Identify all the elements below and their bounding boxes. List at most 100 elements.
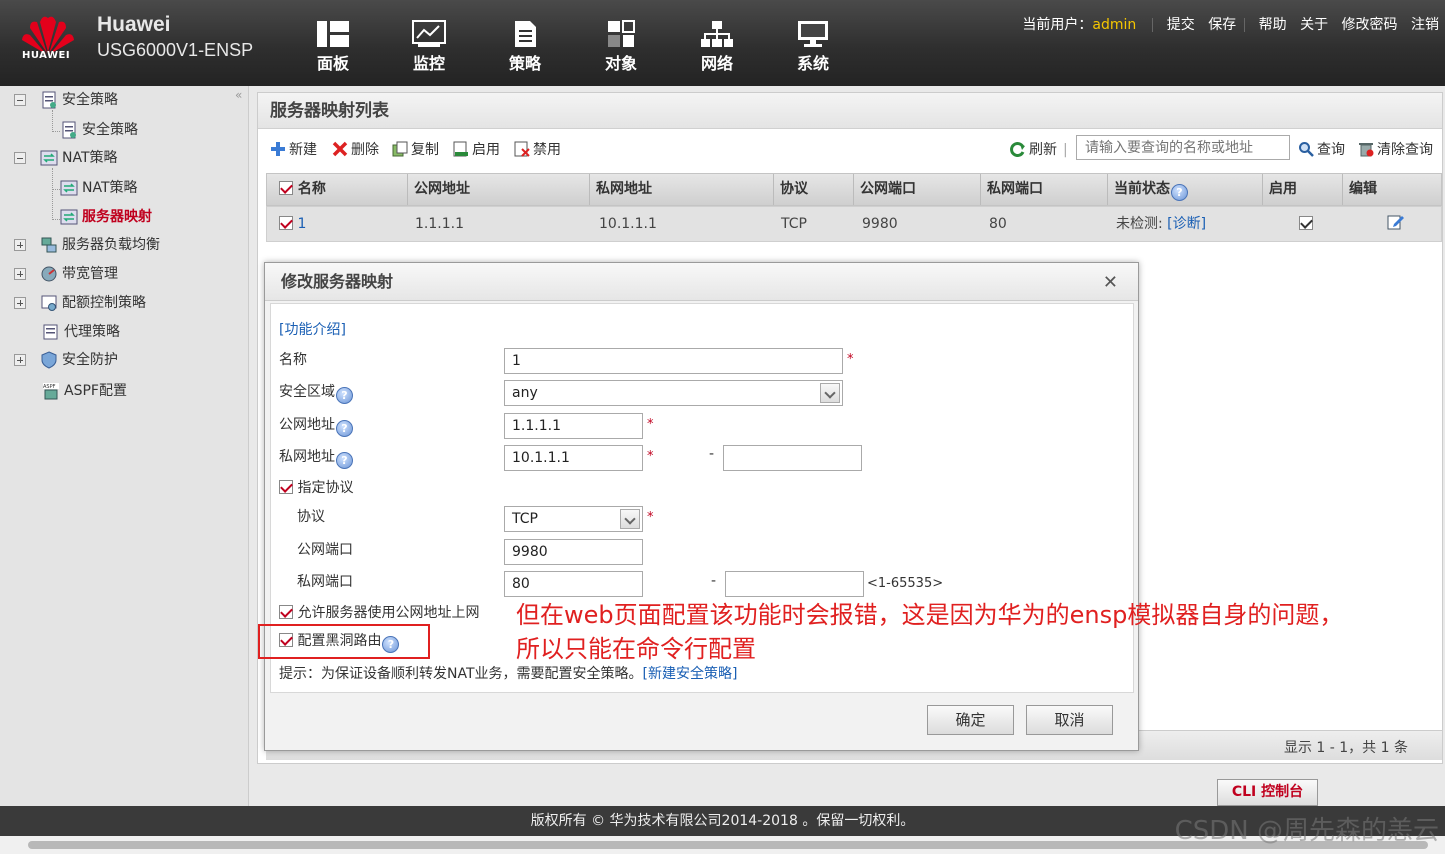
cell-edit <box>1381 207 1405 241</box>
expand-icon[interactable] <box>14 297 26 309</box>
column-protocol[interactable]: 协议 <box>773 174 853 205</box>
security-zone-select[interactable]: any <box>504 380 843 406</box>
policy-icon <box>42 91 56 109</box>
sidebar-item-server-mapping[interactable]: 服务器映射 <box>60 206 152 228</box>
ok-button[interactable]: 确定 <box>927 705 1014 735</box>
help-icon[interactable]: ? <box>336 452 353 469</box>
nav-system[interactable]: 系统 <box>778 20 848 78</box>
name-input[interactable]: 1 <box>504 348 843 374</box>
sidebar-item-nat-policy[interactable]: NAT策略 <box>60 177 138 199</box>
row-checkbox[interactable] <box>279 216 293 230</box>
column-private-port[interactable]: 私网端口 <box>980 174 1107 205</box>
help-link[interactable]: 帮助 <box>1259 17 1287 33</box>
new-security-policy-link[interactable]: [新建安全策略] <box>643 666 738 682</box>
select-all-column[interactable]: 名称 <box>267 174 407 205</box>
column-edit[interactable]: 编辑 <box>1342 174 1442 205</box>
public-ip-input[interactable]: 1.1.1.1 <box>504 413 643 439</box>
select-all-checkbox[interactable] <box>279 181 293 195</box>
diagnose-link[interactable]: [诊断] <box>1167 216 1206 232</box>
allow-internet-checkbox[interactable] <box>279 605 293 619</box>
sidebar-item-nat-policy-group[interactable]: NAT策略 <box>14 147 118 169</box>
column-enabled[interactable]: 启用 <box>1262 174 1342 205</box>
expand-icon[interactable] <box>14 354 26 366</box>
clear-query-button[interactable]: 清除查询 <box>1358 139 1433 159</box>
annotation-text: 但在web页面配置该功能时会报错，这是因为华为的ensp模拟器自身的问题， 所以… <box>516 598 1343 666</box>
enable-button[interactable]: 启用 <box>453 139 500 159</box>
nav-policy[interactable]: 策略 <box>490 20 560 78</box>
column-public-ip[interactable]: 公网地址 <box>407 174 589 205</box>
disable-button[interactable]: 禁用 <box>514 139 561 159</box>
row-name-link[interactable]: 1 <box>297 216 306 232</box>
cell-protocol: TCP <box>781 216 807 232</box>
nav-object[interactable]: 对象 <box>586 20 656 78</box>
delete-button[interactable]: 删除 <box>332 139 379 159</box>
save-link[interactable]: 保存 <box>1208 17 1236 33</box>
enabled-checkbox[interactable] <box>1299 216 1313 230</box>
collapse-sidebar-icon[interactable]: « <box>235 88 242 102</box>
monitor-chart-icon <box>412 20 446 47</box>
chevron-down-icon[interactable] <box>620 509 640 529</box>
trash-icon <box>1359 143 1374 157</box>
sidebar-item-security-policy-group[interactable]: 安全策略 <box>14 89 118 111</box>
protocol-select[interactable]: TCP <box>504 506 643 532</box>
expand-icon[interactable] <box>14 239 26 251</box>
shield-icon <box>41 351 57 369</box>
specify-protocol-checkbox[interactable] <box>279 480 293 494</box>
logout-link[interactable]: 注销 <box>1411 17 1439 33</box>
row-checkbox-cell[interactable]: 1 <box>273 207 306 241</box>
search-input[interactable] <box>1076 135 1290 160</box>
top-right-menu: 当前用户：admin 提交 保存 帮助 关于 修改密码 注销 <box>1022 14 1439 34</box>
cli-console-button[interactable]: CLI 控制台 <box>1217 779 1318 806</box>
about-link[interactable]: 关于 <box>1300 17 1328 33</box>
change-password-link[interactable]: 修改密码 <box>1342 17 1398 33</box>
sidebar-item-quota-control-policy[interactable]: 配额控制策略 <box>14 292 146 314</box>
commit-link[interactable]: 提交 <box>1167 17 1195 33</box>
cancel-button[interactable]: 取消 <box>1026 705 1113 735</box>
sidebar: « 安全策略 安全策略 NAT策略 NAT策略 服务器映射 服务器负载均衡 带宽… <box>0 86 249 806</box>
column-public-port[interactable]: 公网端口 <box>853 174 980 205</box>
copy-button[interactable]: 复制 <box>392 139 439 159</box>
collapse-icon[interactable] <box>14 152 26 164</box>
table-row[interactable]: 1 1.1.1.1 10.1.1.1 TCP 9980 80 未检测: [诊断] <box>266 206 1442 242</box>
private-port-end-input[interactable] <box>725 571 864 597</box>
close-icon[interactable]: ✕ <box>1103 272 1118 293</box>
public-port-input[interactable]: 9980 <box>504 539 643 565</box>
cell-public-ip: 1.1.1.1 <box>415 216 464 232</box>
dashboard-icon <box>317 21 349 47</box>
query-button[interactable]: 查询 <box>1298 139 1345 159</box>
sidebar-item-security-protection[interactable]: 安全防护 <box>14 349 118 371</box>
new-button[interactable]: 新建 <box>270 139 317 159</box>
nav-network[interactable]: 网络 <box>682 20 752 78</box>
column-private-ip[interactable]: 私网地址 <box>589 174 773 205</box>
nav-monitor[interactable]: 监控 <box>394 20 464 78</box>
specify-protocol-option[interactable]: 指定协议 <box>279 477 353 497</box>
private-port-input[interactable]: 80 <box>504 571 643 597</box>
column-status[interactable]: 当前状态? <box>1107 174 1262 205</box>
collapse-icon[interactable] <box>14 94 26 106</box>
sidebar-item-aspf-config[interactable]: ASPF ASPF配置 <box>42 380 127 402</box>
edit-icon[interactable] <box>1387 213 1405 231</box>
sidebar-item-bandwidth-management[interactable]: 带宽管理 <box>14 263 118 285</box>
chevron-down-icon[interactable] <box>820 383 840 403</box>
allow-internet-option[interactable]: 允许服务器使用公网地址上网 <box>279 602 479 622</box>
policy-document-icon <box>515 21 536 47</box>
nav-label: 对象 <box>604 54 637 73</box>
sidebar-item-security-policy[interactable]: 安全策略 <box>60 119 138 141</box>
nav-dashboard[interactable]: 面板 <box>298 20 368 78</box>
sidebar-item-label: 安全防护 <box>62 352 118 368</box>
help-icon[interactable]: ? <box>1171 184 1188 201</box>
feature-intro-link[interactable]: [功能介绍] <box>279 319 346 339</box>
sidebar-item-proxy-policy[interactable]: 代理策略 <box>42 321 120 343</box>
help-icon[interactable]: ? <box>336 387 353 404</box>
search-icon <box>1299 142 1314 157</box>
sidebar-item-server-load-balancing[interactable]: 服务器负载均衡 <box>14 234 160 256</box>
logo-text: HUAWEI <box>22 50 71 61</box>
nav-label: 监控 <box>412 54 445 73</box>
nav-label: 面板 <box>316 54 349 73</box>
cell-enabled <box>1293 207 1313 241</box>
help-icon[interactable]: ? <box>336 420 353 437</box>
expand-icon[interactable] <box>14 268 26 280</box>
refresh-button[interactable]: 刷新 | <box>1010 139 1068 159</box>
private-ip-input[interactable]: 10.1.1.1 <box>504 445 643 471</box>
private-ip-end-input[interactable] <box>723 445 862 471</box>
